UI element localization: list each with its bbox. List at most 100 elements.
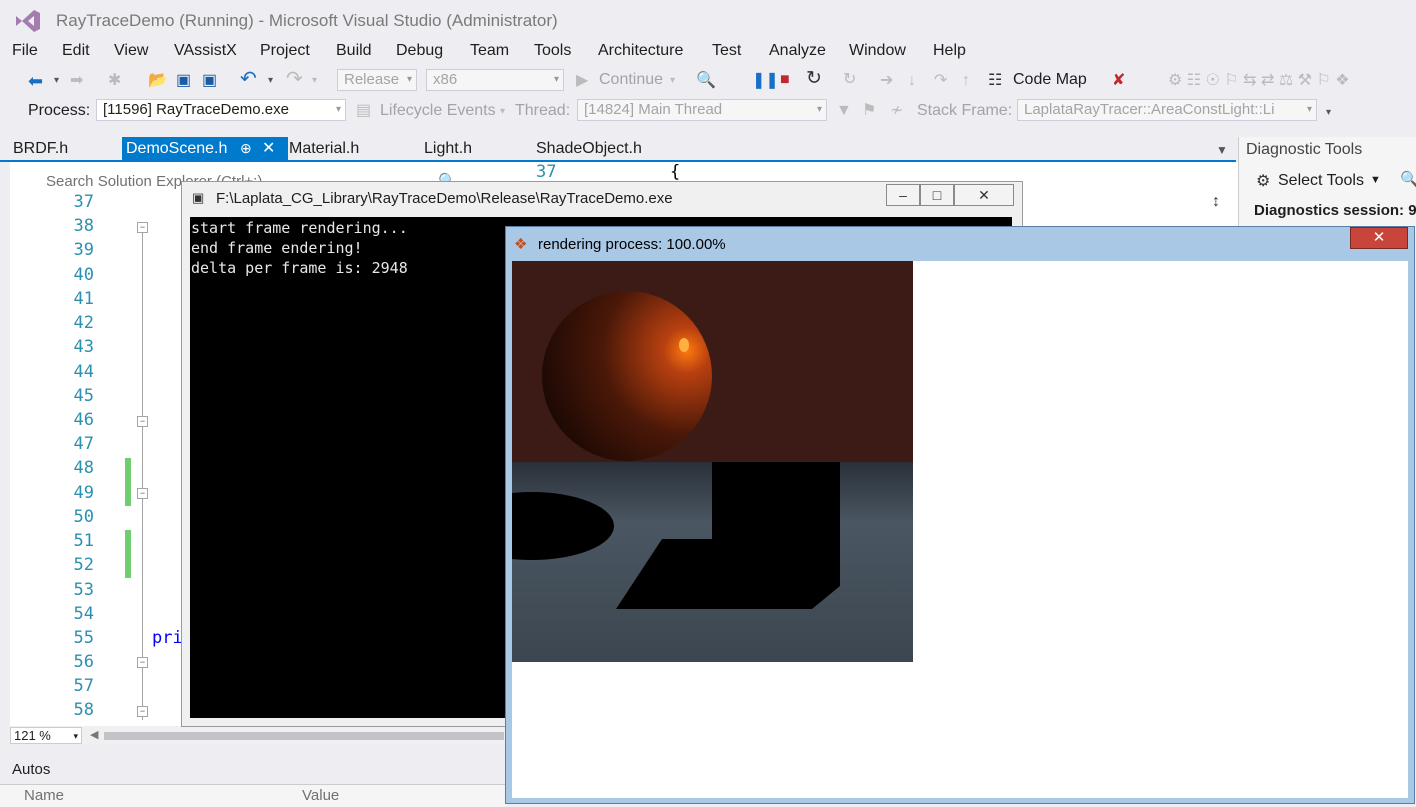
minimize-button[interactable]: – (886, 184, 920, 206)
restart-icon[interactable]: ↻ (806, 69, 822, 88)
window-title: RayTraceDemo (Running) - Microsoft Visua… (56, 11, 558, 30)
line-number: 49 (73, 483, 94, 503)
code-map-icon[interactable]: ☷ (988, 72, 1002, 90)
render-close-button[interactable]: ✕ (1350, 227, 1408, 249)
chevron-down-icon[interactable]: ▼ (1370, 174, 1381, 186)
maximize-button[interactable]: □ (920, 184, 954, 206)
collapse-toggle[interactable]: − (137, 657, 148, 668)
line-number: 56 (73, 652, 94, 672)
menu-project[interactable]: Project (260, 42, 310, 60)
line-number: 53 (73, 580, 94, 600)
redo-dropdown-icon[interactable]: ▾ (312, 72, 317, 90)
outline-guide (142, 230, 143, 720)
second-pane-code: { (670, 162, 681, 182)
thread-label: Thread: (515, 102, 571, 119)
toolbar-overflow-icon[interactable]: ▾ (1326, 104, 1331, 122)
menu-help[interactable]: Help (933, 42, 966, 60)
step-into-icon[interactable]: ➔ (880, 72, 893, 90)
tab-material-h[interactable]: Material.h (285, 137, 389, 161)
break-all-icon[interactable]: ❚❚ (752, 72, 779, 90)
zoom-in-icon[interactable]: 🔍 (1400, 170, 1416, 188)
process-select[interactable]: [11596] RayTraceDemo.exe ▾ (96, 99, 346, 121)
find-icon[interactable]: 🔍 (696, 72, 716, 90)
continue-icon[interactable]: ▶ (576, 72, 588, 90)
menu-architecture[interactable]: Architecture (598, 42, 683, 60)
collapse-toggle[interactable]: − (137, 706, 148, 717)
select-tools-button[interactable]: Select Tools (1278, 172, 1364, 190)
undo-icon[interactable]: ↶ (240, 69, 257, 89)
line-number: 38 (73, 216, 94, 236)
console-close-button[interactable]: ✕ (954, 184, 1014, 206)
new-project-icon[interactable]: ✱ (108, 72, 121, 90)
tab-brdf-h[interactable]: BRDF.h (9, 137, 113, 161)
split-editor-icon[interactable]: ↕ (1212, 193, 1220, 211)
code-map-button[interactable]: Code Map (1013, 71, 1087, 89)
console-line: delta per frame is: 2948 (191, 259, 408, 277)
continue-button[interactable]: Continue (599, 71, 663, 89)
chevron-down-icon: ▾ (335, 104, 341, 115)
change-marker (125, 458, 131, 506)
step-out-icon[interactable]: ↷ (934, 72, 947, 90)
line-number: 47 (73, 434, 94, 454)
menu-view[interactable]: View (114, 42, 148, 60)
console-window-title: F:\Laplata_CG_Library\RayTraceDemo\Relea… (216, 190, 673, 207)
continue-dropdown-icon[interactable]: ▾ (670, 72, 675, 90)
menu-debug[interactable]: Debug (396, 42, 443, 60)
zoom-level-select[interactable]: 121 % ▾ (10, 727, 82, 744)
close-icon[interactable]: ✕ (262, 138, 275, 158)
stop-debugging-icon[interactable]: ■ (780, 71, 790, 89)
chevron-down-icon: ▾ (553, 74, 559, 85)
scroll-left-icon[interactable]: ◀ (90, 728, 98, 741)
tab-list-dropdown-icon[interactable]: ▼ (1216, 143, 1228, 157)
menu-window[interactable]: Window (849, 42, 906, 60)
menu-edit[interactable]: Edit (62, 42, 90, 60)
save-icon[interactable]: ▣ (176, 72, 191, 90)
scrollbar-thumb[interactable] (104, 732, 504, 740)
tab-light-h[interactable]: Light.h (420, 137, 514, 161)
autos-title: Autos (12, 761, 51, 778)
solution-platform-select[interactable]: x86 ▾ (426, 69, 564, 91)
menu-team[interactable]: Team (470, 42, 509, 60)
collapse-toggle[interactable]: − (137, 222, 148, 233)
collapse-toggle[interactable]: − (137, 488, 148, 499)
back-dropdown-icon[interactable]: ▾ (54, 72, 59, 90)
menu-vassistx[interactable]: VAssistX (174, 42, 237, 60)
thread-select[interactable]: [14824] Main Thread ▾ (577, 99, 827, 121)
column-name[interactable]: Name (24, 787, 64, 804)
line-number: 52 (73, 555, 94, 575)
close-icon: ✕ (1372, 229, 1386, 246)
filter-icon[interactable]: ▼ (836, 102, 852, 120)
navigate-forward-icon[interactable]: ➡ (70, 72, 83, 90)
step-over-icon[interactable]: ↓ (908, 72, 916, 90)
breakpoints-icon[interactable]: ✘ (1112, 72, 1125, 90)
menu-build[interactable]: Build (336, 42, 372, 60)
redo-icon[interactable]: ↷ (286, 69, 303, 89)
open-file-icon[interactable]: 📂 (148, 72, 168, 90)
navigate-back-icon[interactable]: ⬅ (28, 72, 43, 90)
console-app-icon: ▣ (192, 190, 205, 205)
flag-thread-icon[interactable]: ⚑ (862, 102, 876, 120)
menu-tools[interactable]: Tools (534, 42, 571, 60)
stack-frame-label: Stack Frame: (917, 102, 1013, 119)
step-up-icon[interactable]: ↑ (962, 72, 970, 90)
stack-frame-select[interactable]: LaplataRayTracer::AreaConstLight::Li ▾ (1017, 99, 1317, 121)
lifecycle-events-icon: ▤ (356, 102, 372, 119)
pin-icon[interactable]: ⊕ (240, 140, 252, 157)
column-value[interactable]: Value (302, 787, 339, 804)
lifecycle-events-button[interactable]: Lifecycle Events (380, 102, 496, 120)
solution-configuration-select[interactable]: Release ▾ (337, 69, 417, 91)
chevron-down-icon: ▾ (816, 104, 822, 115)
toggle-threads-icon[interactable]: ≁ (890, 102, 903, 120)
undo-dropdown-icon[interactable]: ▾ (268, 72, 273, 90)
diagnostics-session-label: Diagnostics session: 9 (1254, 202, 1416, 219)
collapse-toggle[interactable]: − (137, 416, 148, 427)
show-next-statement-icon[interactable]: ↻ (843, 71, 856, 89)
line-number: 48 (73, 458, 94, 478)
tab-shadeobject-h[interactable]: ShadeObject.h (532, 137, 666, 161)
menu-file[interactable]: File (12, 42, 38, 60)
save-all-icon[interactable]: ▣ (202, 72, 217, 90)
lifecycle-dropdown-icon[interactable]: ▾ (500, 103, 505, 121)
menu-analyze[interactable]: Analyze (769, 42, 826, 60)
menu-test[interactable]: Test (712, 42, 741, 60)
change-marker (125, 530, 131, 578)
